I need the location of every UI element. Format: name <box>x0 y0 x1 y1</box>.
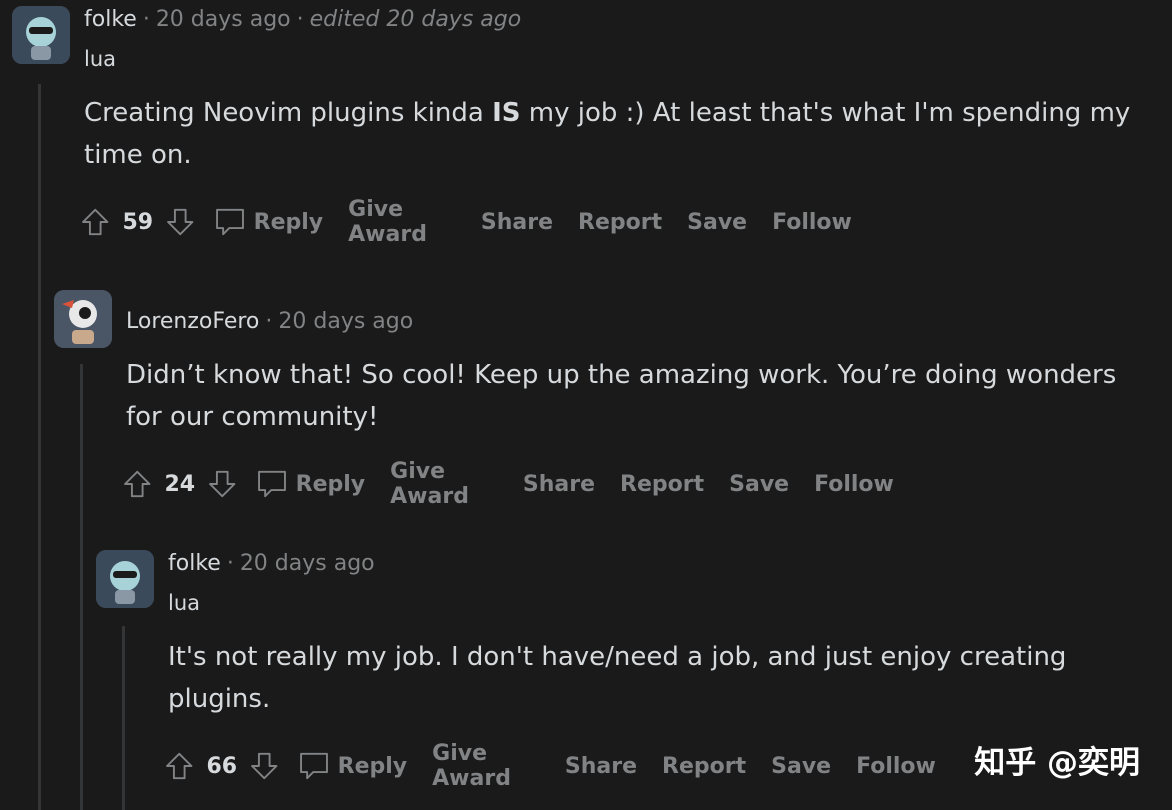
upvote-icon[interactable] <box>80 202 111 242</box>
follow-button[interactable]: Follow <box>814 472 894 497</box>
comment-meta: folke · 20 days ago · edited 20 days ago <box>84 6 521 34</box>
user-flair: lua <box>168 591 201 615</box>
comment-actions: 59 Reply Give Award Share Report Save Fo… <box>80 197 877 247</box>
separator-dot: · <box>265 309 273 334</box>
author-name[interactable]: LorenzoFero <box>126 309 259 334</box>
separator-dot: · <box>296 7 304 32</box>
comment-actions: 66 Reply Give Award Share Report Save Fo… <box>164 741 961 791</box>
downvote-icon[interactable] <box>165 202 196 242</box>
user-flair: lua <box>84 47 117 71</box>
comment-icon[interactable] <box>298 746 330 786</box>
vote-score: 66 <box>206 753 238 779</box>
upvote-icon[interactable] <box>122 464 153 504</box>
comment-meta: folke · 20 days ago <box>168 550 375 578</box>
author-name[interactable]: folke <box>168 551 221 576</box>
upvote-icon[interactable] <box>164 746 195 786</box>
edited-label: edited 20 days ago <box>309 7 522 32</box>
avatar[interactable] <box>12 6 70 64</box>
timestamp[interactable]: 20 days ago <box>278 309 413 334</box>
watermark: 知乎 @奕明 <box>974 745 1140 781</box>
avatar[interactable] <box>54 290 112 348</box>
downvote-icon[interactable] <box>249 746 280 786</box>
give-award-button[interactable]: Give Award <box>432 741 540 791</box>
timestamp[interactable]: 20 days ago <box>240 551 375 576</box>
save-button[interactable]: Save <box>771 754 831 779</box>
thread-line-2[interactable] <box>80 364 83 810</box>
vote-score: 24 <box>164 471 196 497</box>
report-button[interactable]: Report <box>578 210 662 235</box>
comment-icon[interactable] <box>214 202 246 242</box>
comment-body: It's not really my job. I don't have/nee… <box>168 642 1067 714</box>
share-button[interactable]: Share <box>481 210 553 235</box>
share-button[interactable]: Share <box>523 472 595 497</box>
timestamp[interactable]: 20 days ago <box>156 7 291 32</box>
thread-line-1[interactable] <box>38 84 41 810</box>
vote-score: 59 <box>122 209 154 235</box>
follow-button[interactable]: Follow <box>772 210 852 235</box>
reply-button[interactable]: Reply <box>338 754 408 779</box>
comment-body: Creating Neovim plugins kinda IS my job … <box>84 92 1144 176</box>
save-button[interactable]: Save <box>729 472 789 497</box>
reply-button[interactable]: Reply <box>254 210 324 235</box>
share-button[interactable]: Share <box>565 754 637 779</box>
comment-actions: 24 Reply Give Award Share Report Save Fo… <box>122 459 919 509</box>
body-text-bold: IS <box>492 98 521 128</box>
report-button[interactable]: Report <box>620 472 704 497</box>
reply-button[interactable]: Reply <box>296 472 366 497</box>
comment-icon[interactable] <box>256 464 288 504</box>
comment-body: Didn’t know that! So cool! Keep up the a… <box>126 360 1117 432</box>
downvote-icon[interactable] <box>207 464 238 504</box>
author-name[interactable]: folke <box>84 7 137 32</box>
thread-line-3[interactable] <box>122 626 125 810</box>
save-button[interactable]: Save <box>687 210 747 235</box>
separator-dot: · <box>226 551 234 576</box>
give-award-button[interactable]: Give Award <box>390 459 498 509</box>
report-button[interactable]: Report <box>662 754 746 779</box>
body-text-pre: Creating Neovim plugins kinda <box>84 98 493 128</box>
give-award-button[interactable]: Give Award <box>348 197 456 247</box>
comment-meta: LorenzoFero · 20 days ago <box>126 308 413 336</box>
separator-dot: · <box>142 7 150 32</box>
avatar[interactable] <box>96 550 154 608</box>
follow-button[interactable]: Follow <box>856 754 936 779</box>
